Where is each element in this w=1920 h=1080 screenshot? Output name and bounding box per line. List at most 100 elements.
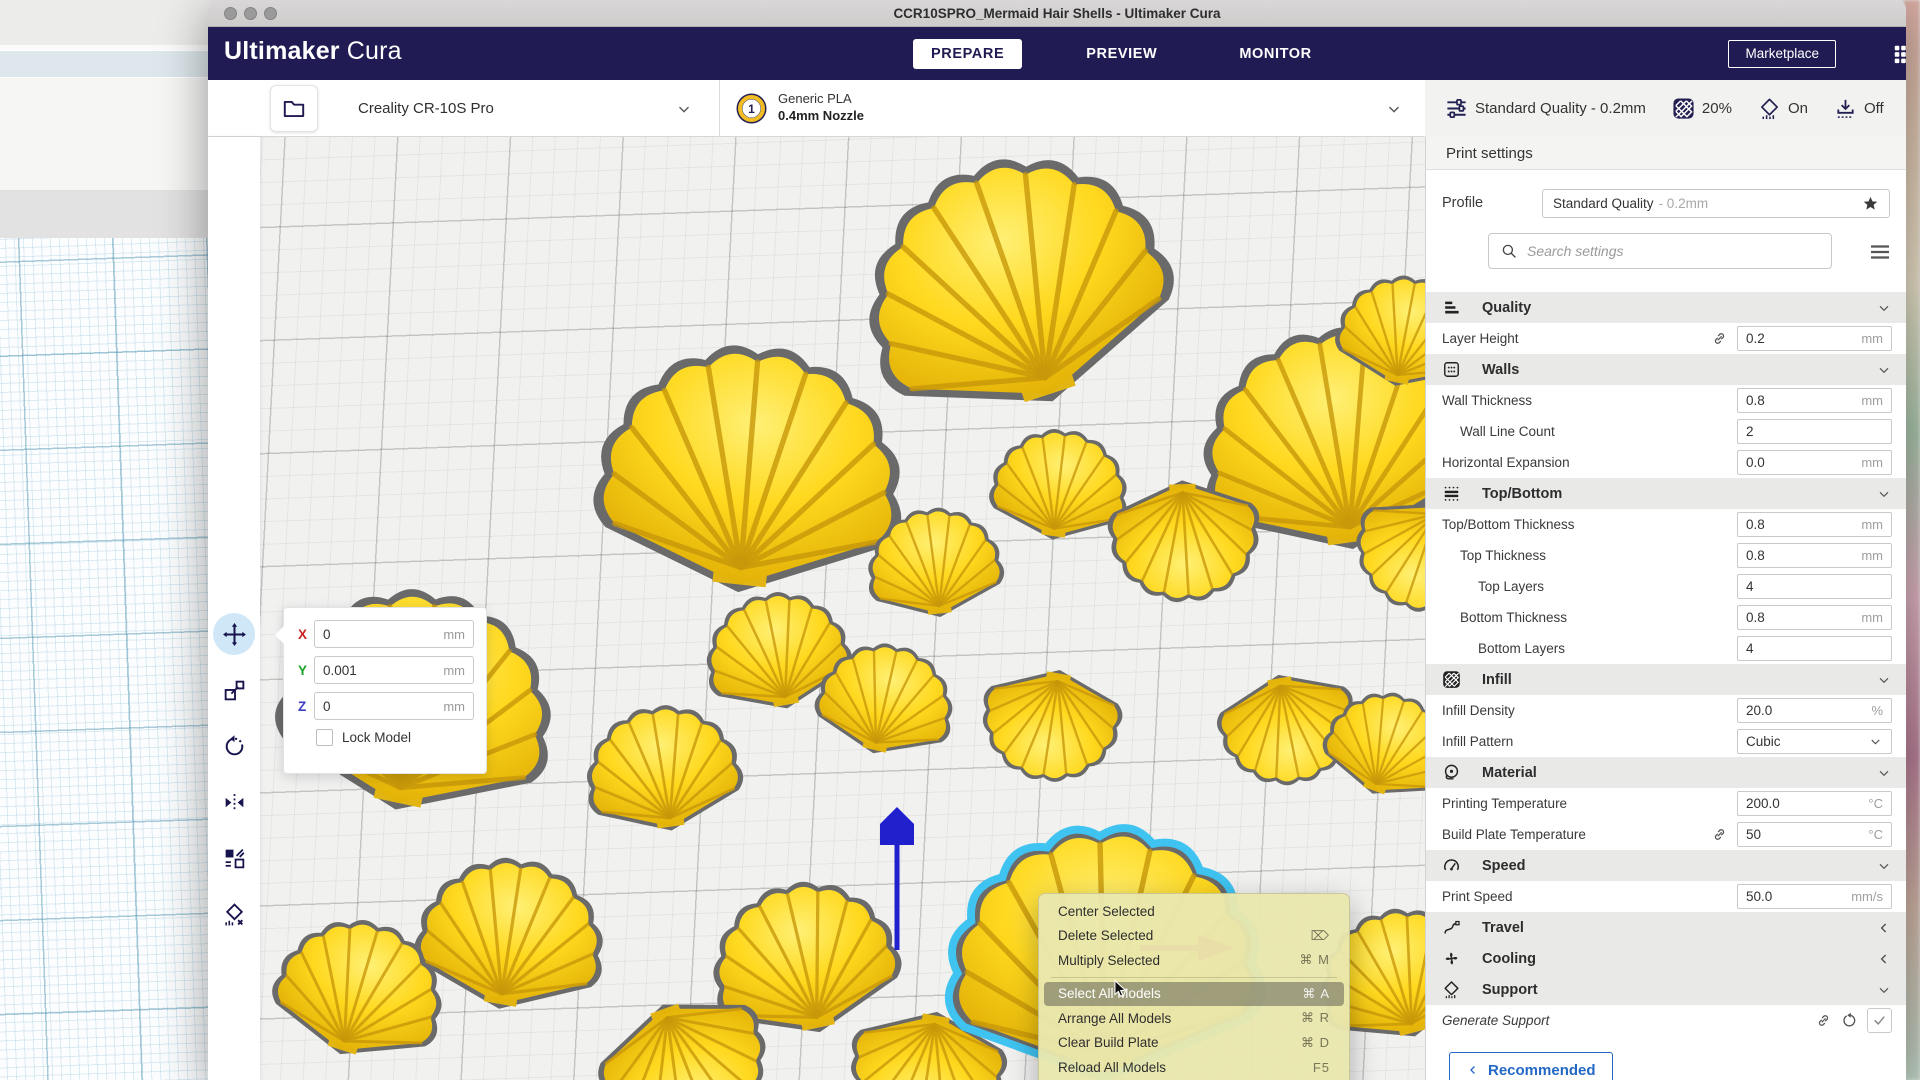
- search-icon: [1500, 242, 1518, 260]
- setting-value-field[interactable]: 50.0mm/s: [1737, 884, 1892, 909]
- setting-label: Top Layers: [1442, 579, 1544, 594]
- setting-row-printing-temperature: Printing Temperature200.0°C: [1426, 788, 1906, 819]
- setting-value-field[interactable]: 4: [1737, 636, 1892, 661]
- z-position-field[interactable]: mm: [314, 692, 474, 720]
- setting-value-field[interactable]: 200.0°C: [1737, 791, 1892, 816]
- section-header-top-bottom[interactable]: Top/Bottom: [1426, 478, 1906, 509]
- chevron-left-icon: [1876, 951, 1892, 967]
- per-model-settings-tool[interactable]: [213, 837, 255, 879]
- section-title: Cooling: [1482, 951, 1536, 967]
- top-bottom-icon: [1442, 484, 1461, 503]
- menu-item-arrange-all-models[interactable]: Arrange All Models⌘ R: [1044, 1006, 1344, 1031]
- star-icon[interactable]: [1862, 195, 1879, 212]
- setting-value-field[interactable]: 0.2mm: [1737, 326, 1892, 351]
- setting-label: Bottom Thickness: [1442, 610, 1567, 625]
- section-header-walls[interactable]: Walls: [1426, 354, 1906, 385]
- app-header: UltimakerCura PREPARE PREVIEW MONITOR Mark…: [208, 27, 1906, 80]
- app-logo: UltimakerCura: [224, 37, 402, 66]
- unit-label: mm: [443, 699, 465, 714]
- setting-value-field[interactable]: 20.0%: [1737, 698, 1892, 723]
- section-header-quality[interactable]: Quality: [1426, 292, 1906, 323]
- setting-value-field[interactable]: 0.0mm: [1737, 450, 1892, 475]
- setting-row-horizontal-expansion: Horizontal Expansion0.0mm: [1426, 447, 1906, 478]
- tab-monitor[interactable]: MONITOR: [1221, 39, 1329, 69]
- context-menu: Center SelectedDelete Selected⌦Multiply …: [1038, 893, 1350, 1080]
- link-icon[interactable]: [1815, 1012, 1832, 1029]
- move-tool[interactable]: [213, 613, 255, 655]
- printer-selector[interactable]: Creality CR-10S Pro: [333, 80, 723, 137]
- setting-value-field[interactable]: 2: [1737, 419, 1892, 444]
- recommended-button[interactable]: Recommended: [1449, 1052, 1613, 1080]
- setting-value-field[interactable]: 4: [1737, 574, 1892, 599]
- material-icon: [1442, 763, 1461, 782]
- profile-suffix: - 0.2mm: [1659, 196, 1709, 211]
- search-settings-field[interactable]: Search settings: [1488, 233, 1832, 269]
- support-blocker-icon: [222, 902, 247, 927]
- chevron-down-icon: [675, 100, 693, 118]
- apps-grid-icon[interactable]: [1892, 43, 1906, 65]
- menu-item-delete-selected[interactable]: Delete Selected⌦: [1044, 924, 1344, 949]
- setting-checkbox[interactable]: [1867, 1008, 1892, 1033]
- link-icon[interactable]: [1711, 826, 1728, 843]
- graph-paper-background: [0, 238, 210, 1080]
- setting-dropdown[interactable]: Cubic: [1737, 729, 1892, 754]
- tab-prepare[interactable]: PREPARE: [913, 39, 1022, 69]
- setting-row-layer-height: Layer Height 0.2mm: [1426, 323, 1906, 354]
- menu-item-center-selected[interactable]: Center Selected: [1044, 899, 1344, 924]
- profile-label: Profile: [1442, 195, 1483, 211]
- menu-item-clear-build-plate[interactable]: Clear Build Plate⌘ D: [1044, 1031, 1344, 1056]
- menu-item-multiply-selected[interactable]: Multiply Selected⌘ M: [1044, 948, 1344, 973]
- cura-window: CCR10SPRO_Mermaid Hair Shells - Ultimake…: [208, 0, 1906, 1080]
- y-position-input[interactable]: [323, 663, 403, 678]
- shell-model[interactable]: [566, 666, 758, 858]
- setting-row-infill-pattern: Infill PatternCubic: [1426, 726, 1906, 757]
- section-header-support[interactable]: Support: [1426, 974, 1906, 1005]
- extruder-badge: 1: [738, 95, 765, 122]
- setting-value-field[interactable]: 0.8mm: [1737, 605, 1892, 630]
- setting-value-field[interactable]: 50°C: [1737, 822, 1892, 847]
- menu-item-reload-all-models[interactable]: Reload All ModelsF5: [1044, 1055, 1344, 1080]
- section-header-travel[interactable]: Travel: [1426, 912, 1906, 943]
- adhesion-icon: [1834, 97, 1857, 120]
- section-header-material[interactable]: Material: [1426, 757, 1906, 788]
- material-selector[interactable]: 1 Generic PLA 0.4mm Nozzle: [720, 80, 1425, 137]
- setting-value-field[interactable]: 0.8mm: [1737, 512, 1892, 537]
- travel-icon: [1442, 918, 1461, 937]
- shell-model[interactable]: [1099, 462, 1270, 633]
- setting-value-field[interactable]: 0.8mm: [1737, 388, 1892, 413]
- window-titlebar[interactable]: CCR10SPRO_Mermaid Hair Shells - Ultimake…: [208, 0, 1906, 27]
- support-blocker-tool[interactable]: [213, 893, 255, 935]
- link-icon[interactable]: [1711, 330, 1728, 347]
- profile-dropdown[interactable]: Standard Quality - 0.2mm: [1542, 189, 1890, 218]
- section-header-infill[interactable]: Infill: [1426, 664, 1906, 695]
- section-header-cooling[interactable]: Cooling: [1426, 943, 1906, 974]
- setting-value-field[interactable]: 0.8mm: [1737, 543, 1892, 568]
- section-header-speed[interactable]: Speed: [1426, 850, 1906, 881]
- setting-row-top-layers: Top Layers 4: [1426, 571, 1906, 602]
- check-icon: [1872, 1013, 1887, 1028]
- scale-tool[interactable]: [213, 669, 255, 711]
- reset-icon[interactable]: [1841, 1012, 1858, 1029]
- settings-filter-menu-icon[interactable]: [1868, 240, 1892, 264]
- x-position-input[interactable]: [323, 627, 403, 642]
- setting-row-bottom-layers: Bottom Layers 4: [1426, 633, 1906, 664]
- open-file-button[interactable]: [270, 85, 318, 132]
- menu-item-select-all-models[interactable]: Select All Models⌘ A: [1044, 982, 1344, 1007]
- x-position-field[interactable]: mm: [314, 620, 474, 648]
- summary-profile: Standard Quality - 0.2mm: [1475, 100, 1646, 117]
- mirror-tool[interactable]: [213, 781, 255, 823]
- lock-model-checkbox[interactable]: [316, 729, 333, 746]
- y-position-field[interactable]: mm: [314, 656, 474, 684]
- rotate-tool[interactable]: [213, 725, 255, 767]
- setting-label: Bottom Layers: [1442, 641, 1565, 656]
- move-tool-panel: X mm Y mm Z mm Lock Model: [283, 607, 487, 774]
- tab-preview[interactable]: PREVIEW: [1068, 39, 1175, 69]
- print-settings-summary[interactable]: Standard Quality - 0.2mm 20% On Off: [1425, 80, 1906, 137]
- chevron-down-icon: [1876, 362, 1892, 378]
- move-handle-y-arrow[interactable]: [877, 805, 917, 950]
- setting-label: Generate Support: [1442, 1013, 1549, 1028]
- marketplace-button[interactable]: Marketplace: [1728, 40, 1836, 68]
- summary-infill: 20%: [1702, 100, 1732, 117]
- z-position-input[interactable]: [323, 699, 403, 714]
- setting-label: Layer Height: [1442, 331, 1519, 346]
